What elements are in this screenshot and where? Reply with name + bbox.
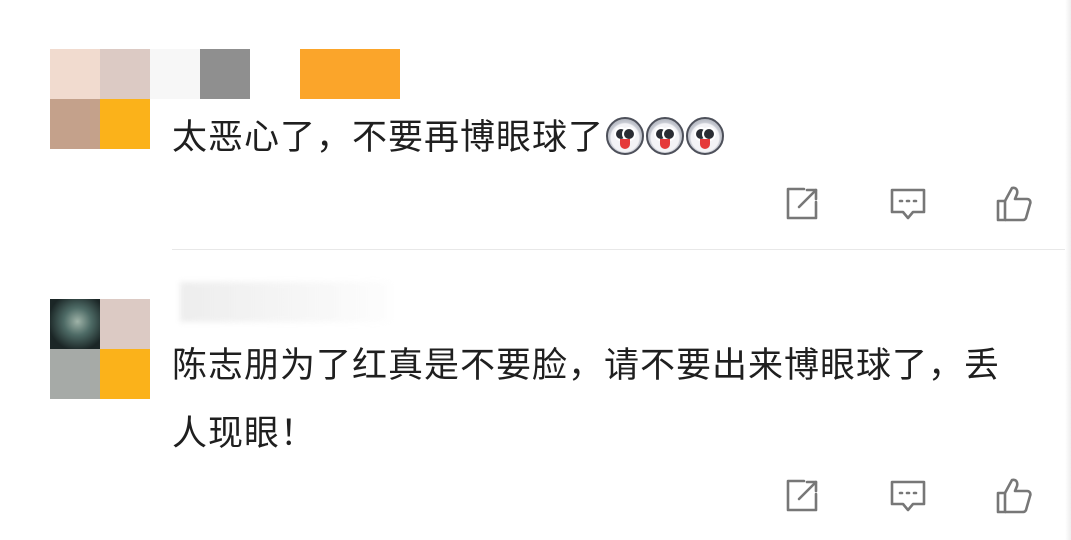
reply-button[interactable] [887,475,929,517]
share-icon [786,479,818,512]
avatar[interactable] [50,49,150,149]
shocked-face-icon [606,117,645,155]
comment-actions [781,183,1035,225]
comment-text: 太恶心了，不要再博眼球了 [172,104,725,172]
comment-item: 陈志朋为了红真是不要脸，请不要出来博眼球了，丢人现眼！ [0,250,1071,540]
share-button[interactable] [781,475,823,517]
like-button[interactable] [993,183,1035,225]
thumbs-up-icon [996,478,1032,514]
like-button[interactable] [993,475,1035,517]
username-pixelated[interactable] [150,49,400,99]
thumbs-up-icon [996,186,1032,222]
share-icon [786,187,818,220]
share-button[interactable] [781,183,823,225]
comment-actions [781,475,1035,517]
shocked-face-icon [646,117,685,155]
reply-button[interactable] [887,183,929,225]
comment-text: 陈志朋为了红真是不要脸，请不要出来博眼球了，丢人现眼！ [172,346,1001,454]
comment-icon [890,188,926,220]
emoji-group [606,117,725,155]
comment-text-content: 太恶心了，不要再博眼球了 [172,118,605,158]
scrollbar-edge [1065,0,1071,540]
shocked-face-icon [686,117,725,155]
avatar[interactable] [50,299,150,399]
comment-icon [890,480,926,512]
comment-item: 太恶心了，不要再博眼球了 [0,0,1071,250]
username-blurred[interactable] [180,282,390,322]
